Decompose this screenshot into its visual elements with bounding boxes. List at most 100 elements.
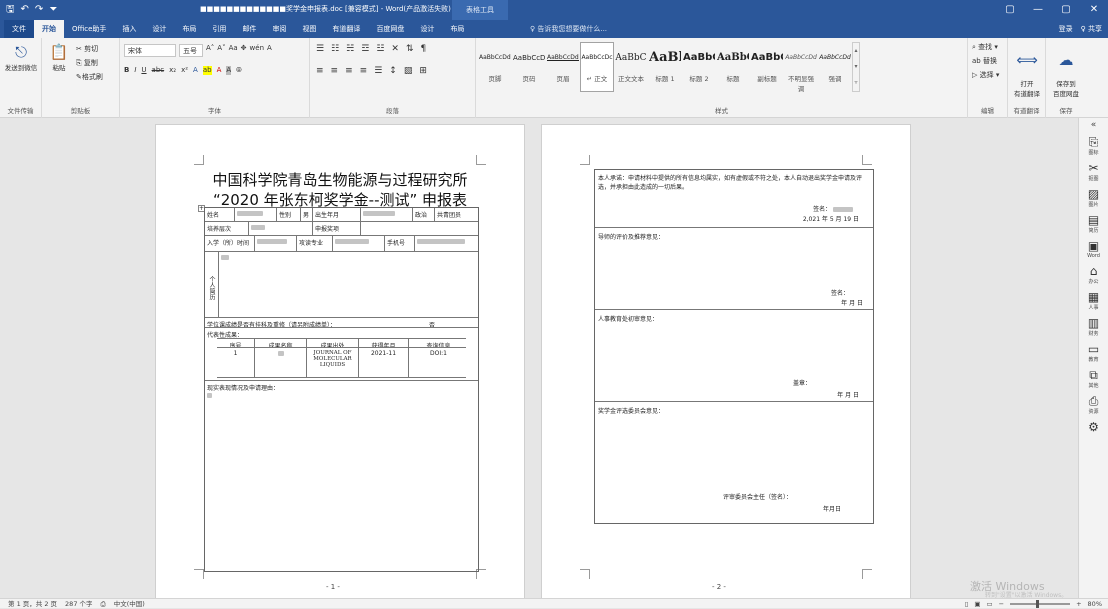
styles-scroll-button[interactable]: ▴ ▾ ▿ — [852, 42, 860, 92]
education-level-value[interactable] — [249, 222, 313, 235]
enclose-char-button[interactable]: ⦾ — [236, 66, 242, 75]
tab-view[interactable]: 视图 — [294, 20, 324, 38]
change-case-icon[interactable]: Aa — [229, 44, 238, 57]
numbering-icon[interactable]: ☷ — [331, 44, 339, 54]
works-no[interactable]: 1 — [217, 348, 255, 377]
panel-item-finance[interactable]: ▥ 财务 — [1079, 316, 1108, 337]
tab-baidu[interactable]: 百度网盘 — [368, 20, 412, 38]
works-date[interactable]: 2021-11 — [359, 348, 409, 377]
gender-value[interactable]: 男 — [301, 208, 313, 221]
tab-file[interactable]: 文件 — [4, 20, 34, 38]
underline-button[interactable]: U — [141, 66, 146, 75]
font-size-combo[interactable]: 五号 — [179, 44, 203, 57]
page-2[interactable]: 本人承诺：申请材料中提供的所有信息均属实，如有虚假或不符之处，本人自动退出奖学金… — [541, 124, 911, 598]
advisor-section[interactable]: 导师的评价及推荐意见： 签名： 年 月 日 — [595, 228, 873, 310]
login-link[interactable]: 登录 — [1059, 20, 1073, 38]
panel-item-word[interactable]: ▣ Word — [1079, 239, 1108, 259]
phone-value[interactable] — [415, 236, 480, 251]
panel-item-resources[interactable]: ⎙ 资源 — [1079, 394, 1108, 415]
entry-date-value[interactable] — [255, 236, 297, 251]
resume-value[interactable] — [219, 252, 480, 317]
minimize-button[interactable]: — — [1024, 0, 1052, 20]
works-query[interactable]: DOI:1 — [409, 348, 468, 377]
style-heading-1[interactable]: AaBl 标题 1 — [648, 42, 682, 92]
format-painter-button[interactable]: ✎格式刷 — [76, 72, 103, 82]
committee-section[interactable]: 奖学金评选委员会意见： 评审委员会主任（签名）： 年月日 — [595, 402, 873, 525]
text-effects-button[interactable]: A — [193, 66, 198, 75]
tab-table-design[interactable]: 设计 — [412, 20, 442, 38]
ribbon-display-icon[interactable]: ▢ — [996, 0, 1024, 20]
save-icon[interactable]: 🖫 — [6, 3, 15, 17]
works-source[interactable]: JOURNAL OF MOLECULAR LIQUIDS — [307, 348, 359, 377]
phonetic-icon[interactable]: wén — [250, 44, 264, 57]
tab-layout[interactable]: 布局 — [174, 20, 204, 38]
replace-button[interactable]: ab 替换 — [972, 56, 999, 66]
redo-icon[interactable]: ↷ — [35, 3, 43, 17]
bullets-icon[interactable]: ☰ — [316, 44, 324, 54]
panel-item-settings[interactable]: ⚙ — [1079, 420, 1108, 434]
style-title[interactable]: AaBbC标题 — [716, 42, 750, 92]
tab-youdao[interactable]: 有道翻译 — [324, 20, 368, 38]
style-footer[interactable]: AaBbCcDdE 页脚 — [478, 42, 512, 92]
panel-item-other[interactable]: ⧉ 其他 — [1079, 368, 1108, 389]
increase-indent-icon[interactable]: ☳ — [376, 44, 384, 54]
works-title[interactable] — [255, 348, 307, 377]
zoom-slider-thumb[interactable] — [1036, 600, 1040, 608]
panel-item-resume[interactable]: ▤ 简历 — [1079, 213, 1108, 234]
style-subtle-emphasis[interactable]: AaBbCcDd 不明显强调 — [784, 42, 818, 93]
panel-item-office[interactable]: ⌂ 办公 — [1079, 264, 1108, 285]
style-page-number[interactable]: AaBbCcDd页码 — [512, 42, 546, 92]
italic-button[interactable]: I — [134, 66, 136, 75]
document-workspace[interactable]: 中国科学院青岛生物能源与过程研究所 “2020 年张东柯奖学金--测试” 申报表… — [0, 118, 1078, 598]
highlight-button[interactable]: ab — [202, 66, 212, 75]
undo-icon[interactable]: ↶ — [21, 3, 29, 17]
style-body-text[interactable]: AaBbC 正文文本 — [614, 42, 648, 92]
tab-mailings[interactable]: 邮件 — [234, 20, 264, 38]
page-1[interactable]: 中国科学院青岛生物能源与过程研究所 “2020 年张东柯奖学金--测试” 申报表… — [155, 124, 525, 598]
select-button[interactable]: ▷ 选择 ▾ — [972, 70, 999, 80]
major-value[interactable] — [333, 236, 385, 251]
birth-value[interactable] — [361, 208, 413, 221]
tab-design[interactable]: 设计 — [144, 20, 174, 38]
copy-button[interactable]: ⎘ 复制 — [76, 58, 103, 68]
save-to-baidu-button[interactable]: ☁ 保存到 百度网盘 — [1048, 42, 1084, 98]
open-youdao-button[interactable]: ⟺ 打开 有道翻译 — [1010, 42, 1044, 98]
justify-icon[interactable]: ≡ — [360, 66, 368, 76]
superscript-button[interactable]: x² — [181, 66, 188, 75]
close-button[interactable]: ✕ — [1080, 0, 1108, 20]
shading-icon[interactable]: ▧ — [404, 66, 413, 76]
font-color-button[interactable]: A — [217, 66, 222, 75]
panel-item-icons[interactable]: ⎘ 图标 — [1079, 135, 1108, 156]
chinese-layout-icon[interactable]: ✕ — [391, 44, 399, 54]
shrink-font-icon[interactable]: A˅ — [217, 44, 225, 57]
bold-button[interactable]: B — [124, 66, 129, 75]
find-button[interactable]: ⌕ 查找 ▾ — [972, 42, 999, 52]
align-center-icon[interactable]: ≡ — [331, 66, 339, 76]
strikethrough-button[interactable]: abc — [152, 66, 165, 75]
send-to-wechat-button[interactable]: ⎋ 发送到微信 — [2, 42, 40, 72]
line-spacing-icon[interactable]: ↕ — [389, 66, 397, 76]
pledge-section[interactable]: 本人承诺：申请材料中提供的所有信息均属实，如有虚假或不符之处，本人自动退出奖学金… — [595, 170, 873, 228]
char-shading-button[interactable]: A — [226, 66, 232, 75]
panel-item-images[interactable]: ▨ 图片 — [1079, 187, 1108, 208]
collapse-panel-icon[interactable]: « — [1079, 120, 1108, 130]
style-subtitle[interactable]: AaBbC副标题 — [750, 42, 784, 92]
clear-format-icon[interactable]: ✥ — [241, 44, 247, 57]
style-header[interactable]: AaBbCcDdE 页眉 — [546, 42, 580, 92]
tab-insert[interactable]: 插入 — [114, 20, 144, 38]
customize-dropdown-icon[interactable]: ⏷ — [49, 3, 57, 17]
distributed-icon[interactable]: ☰ — [374, 66, 382, 76]
score-answer[interactable]: 否 — [427, 318, 480, 327]
sort-icon[interactable]: ⇅ — [406, 44, 414, 54]
paste-button[interactable]: 📋 粘贴 — [46, 42, 72, 72]
align-right-icon[interactable]: ≡ — [345, 66, 353, 76]
maximize-button[interactable]: ▢ — [1052, 0, 1080, 20]
tab-table-layout[interactable]: 布局 — [442, 20, 472, 38]
style-emphasis[interactable]: AaBbCcDd 强调 — [818, 42, 852, 92]
panel-item-cutout[interactable]: ✂ 抠图 — [1079, 161, 1108, 182]
cut-button[interactable]: ✂ 剪切 — [76, 44, 103, 54]
subscript-button[interactable]: x₂ — [169, 66, 176, 75]
zoom-slider[interactable] — [1010, 600, 1071, 608]
tell-me-search[interactable]: ♀ 告诉我您想要做什么... — [530, 20, 607, 38]
name-value[interactable] — [235, 208, 277, 221]
